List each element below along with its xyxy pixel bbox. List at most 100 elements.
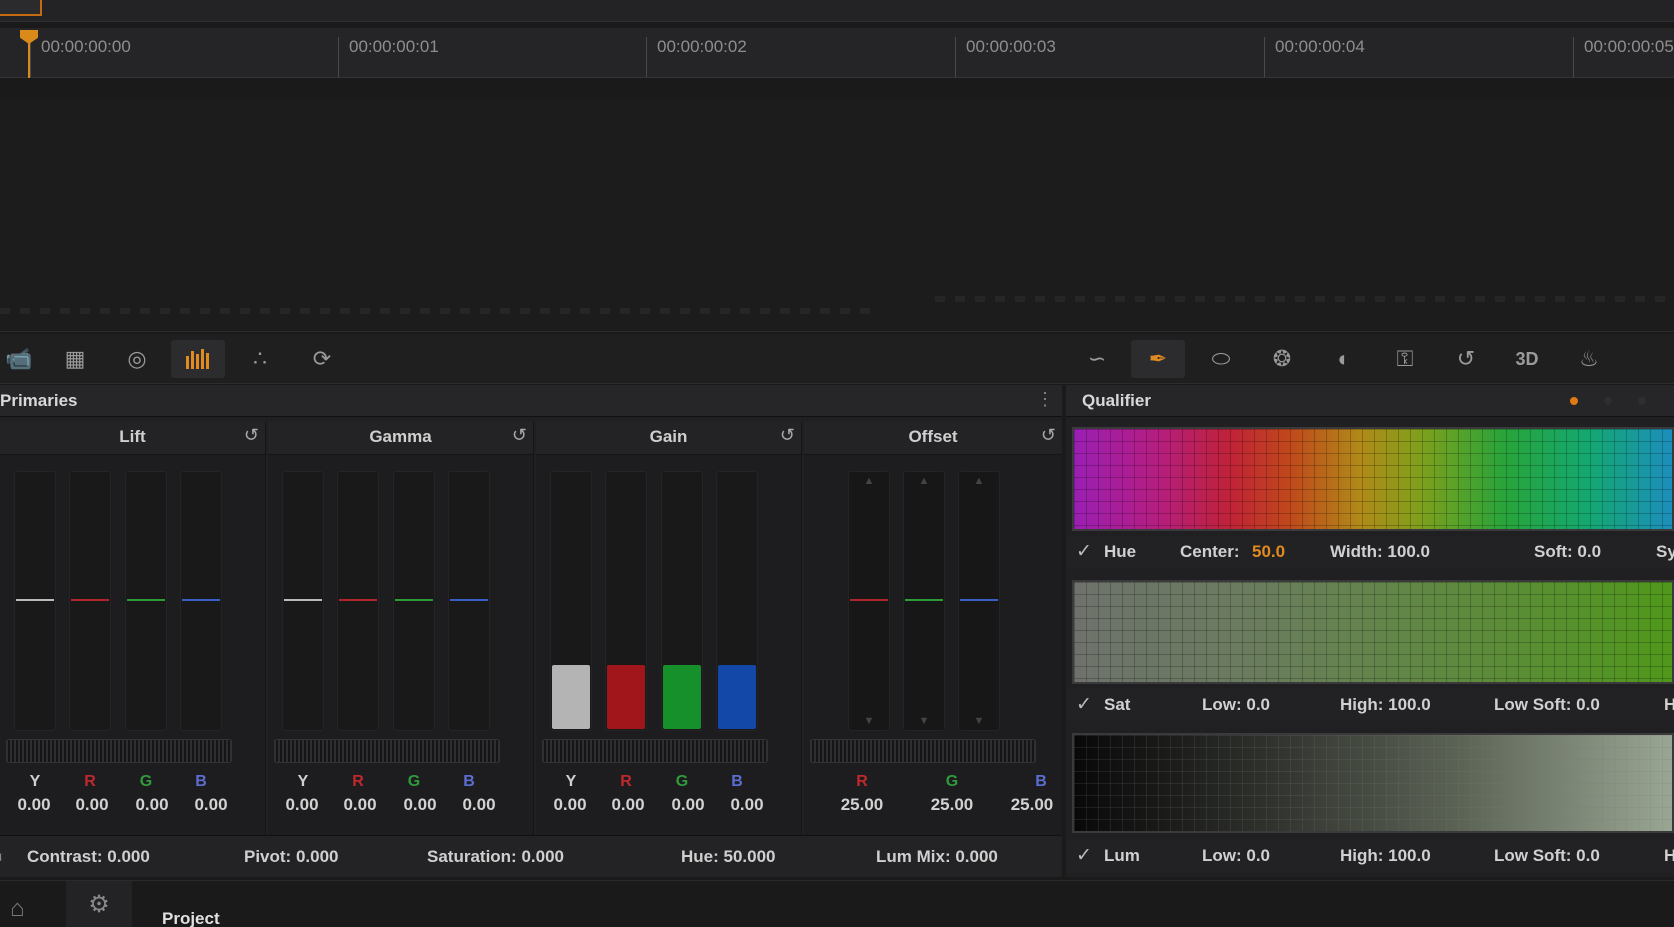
gamma-b-value[interactable]: 0.00	[449, 795, 509, 815]
reset-icon[interactable]: ↺	[512, 425, 527, 446]
offset-b-value[interactable]: 25.00	[1002, 795, 1062, 815]
timeline-ruler[interactable]: 00:00:00:00 00:00:00:01 00:00:00:02 00:0…	[0, 28, 1674, 78]
wheel-title: Gain	[649, 427, 688, 446]
hue-range-bar[interactable]	[1072, 427, 1674, 531]
gain-y-value[interactable]: 0.00	[540, 795, 600, 815]
lum-low-soft-field[interactable]: Low Soft: 0.0	[1494, 846, 1600, 866]
gain-r-bar[interactable]	[605, 471, 647, 731]
gamma-r-value[interactable]: 0.00	[330, 795, 390, 815]
curves-icon[interactable]: ∽	[1070, 340, 1124, 378]
lift-y-bar[interactable]	[14, 471, 56, 731]
tracker-icon[interactable]: ❂	[1255, 340, 1309, 378]
grid-icon[interactable]: ▦	[48, 340, 102, 378]
arrow-down-icon: ▼	[863, 715, 875, 727]
eyedropper-icon[interactable]: ✒	[1131, 340, 1185, 378]
page-dot[interactable]	[1604, 397, 1612, 405]
arrow-up-icon: ▲	[863, 475, 875, 487]
gamma-g-value[interactable]: 0.00	[390, 795, 450, 815]
lift-y-value[interactable]: 0.00	[4, 795, 64, 815]
gain-wheel: Gain ↺ Y R G B 0.00 0.00 0.00 0.00	[536, 421, 802, 861]
contrast-icon[interactable]: ◐	[0, 847, 6, 867]
page-dot[interactable]	[1638, 397, 1646, 405]
reset-icon[interactable]: ↺	[244, 425, 259, 446]
gain-r-value[interactable]: 0.00	[598, 795, 658, 815]
lift-g-value[interactable]: 0.00	[122, 795, 182, 815]
project-label[interactable]: Project	[162, 909, 220, 927]
saturation-field[interactable]: Saturation: 0.000	[427, 847, 564, 867]
checkmark-icon[interactable]: ✓	[1076, 844, 1092, 867]
hue-center-value[interactable]: 50.0	[1252, 542, 1285, 562]
hue-soft-field[interactable]: Soft: 0.0	[1534, 542, 1601, 562]
gain-b-bar[interactable]	[716, 471, 758, 731]
lift-master-wheel[interactable]	[6, 739, 232, 763]
reset-icon[interactable]: ↺	[780, 425, 795, 446]
lift-b-bar[interactable]	[180, 471, 222, 731]
page-dot-active[interactable]	[1570, 397, 1578, 405]
wheel-header: Gamma ↺	[268, 421, 533, 455]
clip-thumbnail[interactable]	[0, 0, 42, 16]
sat-low-soft-field[interactable]: Low Soft: 0.0	[1494, 695, 1600, 715]
lum-range-bar[interactable]	[1072, 733, 1674, 833]
gain-y-bar[interactable]	[550, 471, 592, 731]
pivot-field[interactable]: Pivot: 0.000	[244, 847, 339, 867]
fire-icon[interactable]: ♨	[1562, 340, 1616, 378]
sat-high-field[interactable]: High: 100.0	[1340, 695, 1431, 715]
gain-master-wheel[interactable]	[542, 739, 768, 763]
key-icon[interactable]: ⚿	[1378, 340, 1432, 378]
motion-icon[interactable]: ⟳	[295, 340, 349, 378]
channel-label: Y	[297, 773, 309, 790]
contrast-field[interactable]: Contrast: 0.000	[27, 847, 150, 867]
blur-icon[interactable]: ◐	[1317, 340, 1371, 378]
lum-high-soft-field[interactable]: H	[1664, 846, 1674, 866]
lum-high-field[interactable]: High: 100.0	[1340, 846, 1431, 866]
lift-g-bar[interactable]	[125, 471, 167, 731]
gamma-r-bar[interactable]	[337, 471, 379, 731]
checkmark-icon[interactable]: ✓	[1076, 540, 1092, 563]
sat-range-bar[interactable]	[1072, 580, 1674, 684]
offset-r-value[interactable]: 25.00	[832, 795, 892, 815]
checkmark-icon[interactable]: ✓	[1076, 693, 1092, 716]
gamma-g-bar[interactable]	[393, 471, 435, 731]
rgb-mixer-icon[interactable]: ∴	[233, 340, 287, 378]
window-icon[interactable]: ⬭	[1194, 340, 1248, 378]
primaries-bars-icon[interactable]	[171, 340, 225, 378]
timecode-5: 00:00:00:05	[1573, 37, 1674, 77]
channel-label: G	[139, 773, 153, 790]
camera-icon[interactable]: 📹	[0, 340, 46, 378]
offset-g-value[interactable]: 25.00	[922, 795, 982, 815]
gamma-y-value[interactable]: 0.00	[272, 795, 332, 815]
offset-b-bar[interactable]: ▲ ▼	[958, 471, 1000, 731]
hue-sym-field[interactable]: Sy	[1656, 542, 1674, 562]
gain-g-value[interactable]: 0.00	[658, 795, 718, 815]
hue-label: Hue	[1104, 542, 1137, 561]
gain-b-value[interactable]: 0.00	[717, 795, 777, 815]
timeline-track-area[interactable]	[0, 100, 1674, 332]
offset-wheel: Offset ↺ ▲ ▼ ▲ ▼ ▲ ▼ R G B 25.00 25.00 2…	[804, 421, 1062, 861]
reset-icon[interactable]: ↺	[1041, 425, 1056, 446]
lift-r-value[interactable]: 0.00	[62, 795, 122, 815]
gamma-master-wheel[interactable]	[274, 739, 500, 763]
home-icon[interactable]: ⌂	[10, 895, 25, 923]
sat-low-field[interactable]: Low: 0.0	[1202, 695, 1270, 715]
offset-g-bar[interactable]: ▲ ▼	[903, 471, 945, 731]
gamma-b-bar[interactable]	[448, 471, 490, 731]
hue-field[interactable]: Hue: 50.000	[681, 847, 776, 867]
lum-low-field[interactable]: Low: 0.0	[1202, 846, 1270, 866]
lift-b-value[interactable]: 0.00	[181, 795, 241, 815]
options-icon[interactable]: ⋮	[1036, 389, 1054, 410]
3d-icon[interactable]: 3D	[1500, 340, 1554, 378]
sat-high-soft-field[interactable]: H	[1664, 695, 1674, 715]
hue-width-field[interactable]: Width: 100.0	[1330, 542, 1430, 562]
gamma-y-bar[interactable]	[282, 471, 324, 731]
channel-label: B	[1035, 773, 1047, 790]
circle-target-icon[interactable]: ◎	[110, 340, 164, 378]
lum-mix-field[interactable]: Lum Mix: 0.000	[876, 847, 998, 867]
gain-g-bar[interactable]	[661, 471, 703, 731]
offset-master-wheel[interactable]	[810, 739, 1036, 763]
offset-r-bar[interactable]: ▲ ▼	[848, 471, 890, 731]
gear-icon[interactable]: ⚙	[66, 881, 132, 927]
sat-row: ✓ Sat Low: 0.0 High: 100.0 Low Soft: 0.0…	[1066, 689, 1674, 721]
channel-label: B	[463, 773, 475, 790]
sizing-icon[interactable]: ↺	[1439, 340, 1493, 378]
lift-r-bar[interactable]	[69, 471, 111, 731]
